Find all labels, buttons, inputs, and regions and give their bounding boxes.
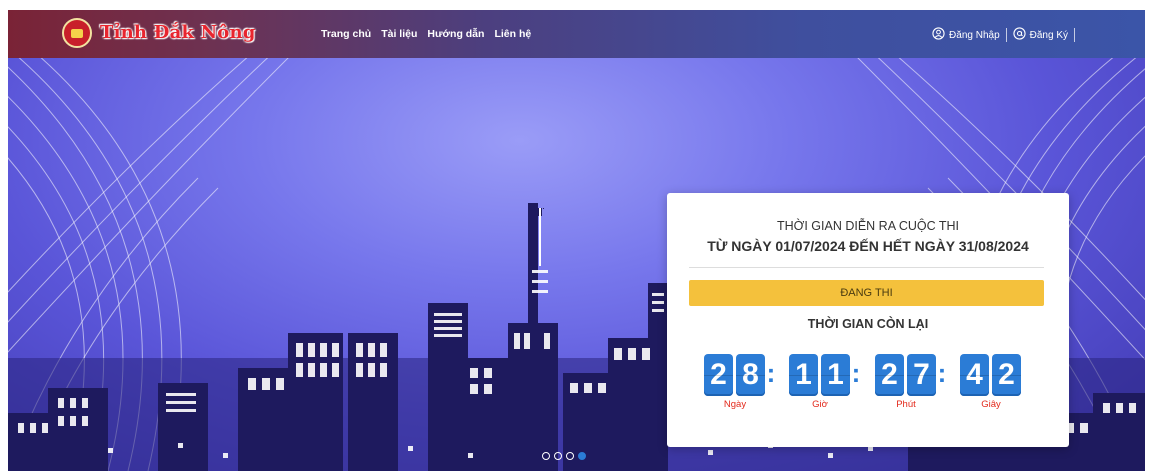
main-nav: Trang chủ Tài liệu Hướng dẫn Liên hệ	[321, 28, 531, 40]
timer-separator: :	[937, 358, 947, 388]
hours-digit-1: 1	[789, 354, 818, 396]
contest-period-title: THỜI GIAN DIỄN RA CUỘC THI	[776, 219, 960, 233]
register-link[interactable]: Đăng Ký	[1007, 27, 1074, 43]
contest-status-badge[interactable]: ĐANG THI	[689, 280, 1044, 306]
minutes-digit-1: 2	[875, 354, 904, 396]
login-link[interactable]: Đăng Nhập	[926, 27, 1006, 43]
site-brand[interactable]: Tỉnh Đắk Nông	[100, 22, 256, 43]
timer-separator: :	[851, 358, 861, 388]
nav-contact[interactable]: Liên hệ	[494, 28, 531, 40]
nav-guide[interactable]: Hướng dẫn	[427, 28, 484, 40]
card-divider	[689, 267, 1044, 268]
seconds-digit-1: 4	[960, 354, 989, 396]
top-header: Tỉnh Đắk Nông Trang chủ Tài liệu Hướng d…	[8, 10, 1145, 58]
contest-date-range: TỪ NGÀY 01/07/2024 ĐẾN HẾT NGÀY 31/08/20…	[707, 238, 1029, 254]
time-remaining-label: THỜI GIAN CÒN LẠI	[807, 317, 929, 331]
user-icon	[932, 27, 945, 43]
slider-dot[interactable]	[554, 452, 562, 460]
at-sign-icon	[1013, 27, 1026, 43]
slider-dot[interactable]	[542, 452, 550, 460]
auth-links: Đăng Nhập Đăng Ký	[926, 27, 1075, 43]
slider-dot[interactable]	[566, 452, 574, 460]
auth-divider-end	[1074, 28, 1075, 42]
hours-unit-label: Giờ	[812, 399, 828, 410]
days-digit-1: 2	[704, 354, 733, 396]
seconds-unit-label: Giây	[981, 399, 1001, 410]
countdown-timer: 2 8 : 1 1 : 2 7 : 4 2	[704, 354, 1034, 398]
countdown-card: THỜI GIAN DIỄN RA CUỘC THI TỪ NGÀY 01/07…	[667, 193, 1069, 447]
days-unit-label: Ngày	[723, 399, 747, 410]
province-emblem-logo[interactable]	[62, 18, 92, 48]
minutes-unit-label: Phút	[896, 399, 916, 410]
register-label: Đăng Ký	[1029, 29, 1068, 41]
nav-home[interactable]: Trang chủ	[321, 28, 371, 40]
timer-separator: :	[766, 358, 776, 388]
slider-dot-active[interactable]	[578, 452, 586, 460]
hero-banner: THỜI GIAN DIỄN RA CUỘC THI TỪ NGÀY 01/07…	[8, 58, 1145, 471]
minutes-digit-2: 7	[907, 354, 936, 396]
seconds-digit-2: 2	[992, 354, 1021, 396]
page: Tỉnh Đắk Nông Trang chủ Tài liệu Hướng d…	[8, 10, 1145, 471]
slider-pagination	[542, 452, 586, 460]
nav-documents[interactable]: Tài liệu	[381, 28, 417, 40]
hours-digit-2: 1	[821, 354, 850, 396]
login-label: Đăng Nhập	[949, 29, 1000, 41]
days-digit-2: 8	[736, 354, 765, 396]
